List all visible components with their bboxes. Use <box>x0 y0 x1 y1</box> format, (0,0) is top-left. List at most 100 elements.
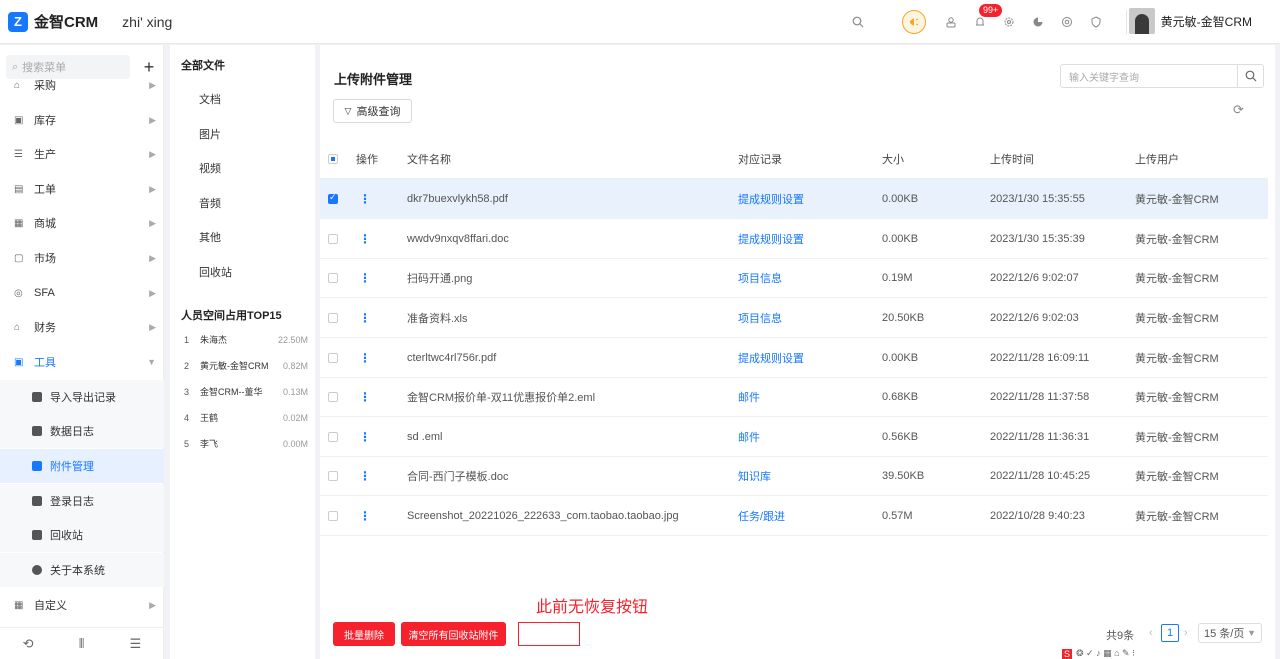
search-icon[interactable] <box>843 12 872 32</box>
rank-number: 3 <box>184 386 190 397</box>
row-checkbox[interactable] <box>328 233 338 244</box>
more-actions-icon[interactable]: ⋮ <box>359 271 371 285</box>
table-row[interactable]: ⋮ Screenshot_20221026_222633_com.taobao.… <box>320 496 1268 536</box>
row-checkbox[interactable] <box>328 312 338 323</box>
sidebar-item-label: 自定义 <box>34 600 67 612</box>
more-actions-icon[interactable]: ⋮ <box>359 390 371 404</box>
more-actions-icon[interactable]: ⋮ <box>359 509 371 523</box>
record-link[interactable]: 提成规则设置 <box>738 231 804 247</box>
next-page-icon[interactable]: › <box>1184 627 1188 639</box>
ime-tools-icon[interactable]: ❂ ✓ ♪ ▦ ⌂ ✎ ⁝ <box>1076 648 1135 659</box>
file-tree-item-docs[interactable]: 文档 <box>199 91 221 107</box>
app-name: 金智CRM <box>34 14 99 31</box>
select-all-checkbox[interactable] <box>328 153 338 164</box>
row-checkbox[interactable] <box>328 470 338 481</box>
sidebar-sub-data-log[interactable]: 数据日志 <box>0 414 164 448</box>
file-size: 20.50KB <box>882 311 925 324</box>
row-checkbox[interactable] <box>328 510 338 521</box>
row-checkbox[interactable] <box>328 272 338 283</box>
settings-icon[interactable] <box>994 12 1023 32</box>
sidebar-sub-attachments[interactable]: 附件管理 <box>0 449 164 483</box>
top-bar: Z 金智CRM zhi' xing 99+ 黄元敏-金智CRM <box>0 0 1280 44</box>
sidebar-item-sfa[interactable]: ◎ SFA ▶ <box>0 276 164 310</box>
more-actions-icon[interactable]: ⋮ <box>359 430 371 444</box>
user-name: 黄元敏-金智CRM <box>1160 14 1252 29</box>
record-link[interactable]: 提成规则设置 <box>738 350 804 366</box>
file-size: 0.68KB <box>882 390 919 403</box>
sidebar-item-tools[interactable]: ▣ 工具 ▼ <box>0 345 164 379</box>
page-number[interactable]: 1 <box>1161 624 1179 642</box>
sidebar-sub-recycle[interactable]: 回收站 <box>0 518 164 552</box>
file-tree-item-video[interactable]: 视频 <box>199 160 221 176</box>
record-link[interactable]: 项目信息 <box>738 310 782 326</box>
pie-chart-icon[interactable] <box>1023 12 1052 32</box>
sidebar-sub-about[interactable]: 关于本系统 <box>0 553 164 587</box>
sidebar-item-label: 生产 <box>34 149 56 161</box>
more-actions-icon[interactable]: ⋮ <box>359 351 371 365</box>
more-actions-icon[interactable]: ⋮ <box>359 192 371 206</box>
row-checkbox[interactable] <box>328 352 338 363</box>
file-tree-title[interactable]: 全部文件 <box>181 57 225 73</box>
record-link[interactable]: 提成规则设置 <box>738 191 804 207</box>
table-row[interactable]: ⋮ 扫码开通.png 项目信息 0.19M 2022/12/6 9:02:07 … <box>320 258 1268 298</box>
table-row[interactable]: ⋮ 合同-西门子模板.doc 知识库 39.50KB 2022/11/28 10… <box>320 456 1268 496</box>
sidebar-item-custom[interactable]: ▦ 自定义 ▶ <box>0 588 164 622</box>
sidebar-sub-login-log[interactable]: 登录日志 <box>0 484 164 518</box>
chrome-icon[interactable] <box>1052 12 1081 32</box>
table-row[interactable]: ⋮ wwdv9nxqv8ffari.doc 提成规则设置 0.00KB 2023… <box>320 219 1268 259</box>
search-button[interactable] <box>1238 64 1264 88</box>
sidebar-item-mall[interactable]: ▦ 商城 ▶ <box>0 206 164 240</box>
sidebar-item-purchase[interactable]: ⌂ 采购 ▶ <box>0 68 164 102</box>
file-tree-item-images[interactable]: 图片 <box>199 126 221 142</box>
file-tree-item-audio[interactable]: 音频 <box>199 195 221 211</box>
collapse-icon[interactable]: ☰ <box>130 636 142 652</box>
record-link[interactable]: 项目信息 <box>738 270 782 286</box>
record-link[interactable]: 知识库 <box>738 468 771 484</box>
sidebar-sub-import-export[interactable]: 导入导出记录 <box>0 380 164 414</box>
megaphone-icon[interactable] <box>902 10 926 34</box>
history-icon[interactable]: ⟲ <box>23 636 34 652</box>
logo[interactable]: Z 金智CRM <box>8 11 98 32</box>
home-icon: ⌂ <box>14 79 21 91</box>
row-checkbox[interactable] <box>328 431 338 442</box>
sliders-icon[interactable]: ⫴ <box>79 636 84 652</box>
page-size-select[interactable]: 15 条/页 ▼ <box>1198 623 1262 643</box>
record-link[interactable]: 任务/跟进 <box>738 508 785 524</box>
sidebar-sub-label: 附件管理 <box>50 461 94 473</box>
sidebar-item-finance[interactable]: ⌂ 财务 ▶ <box>0 310 164 344</box>
sidebar-item-inventory[interactable]: ▣ 库存 ▶ <box>0 103 164 137</box>
refresh-icon[interactable]: ⟳ <box>1233 102 1244 118</box>
sidebar-item-market[interactable]: ▢ 市场 ▶ <box>0 241 164 275</box>
file-tree-item-other[interactable]: 其他 <box>199 229 221 245</box>
file-size: 0.57M <box>882 509 913 522</box>
clear-recycle-button[interactable]: 清空所有回收站附件 <box>401 622 506 646</box>
record-link[interactable]: 邮件 <box>738 429 760 445</box>
bell-icon[interactable]: 99+ <box>965 4 1003 32</box>
more-actions-icon[interactable]: ⋮ <box>359 469 371 483</box>
file-size: 39.50KB <box>882 469 925 482</box>
contacts-icon[interactable] <box>936 12 965 32</box>
advanced-query-button[interactable]: ▽ 高级查询 <box>333 99 412 123</box>
file-tree-item-recycle[interactable]: 回收站 <box>199 264 232 280</box>
more-actions-icon[interactable]: ⋮ <box>359 311 371 325</box>
batch-delete-button[interactable]: 批量删除 <box>333 622 395 646</box>
sidebar-item-production[interactable]: ☰ 生产 ▶ <box>0 137 164 171</box>
table-row[interactable]: ⋮ sd .eml 邮件 0.56KB 2022/11/28 11:36:31 … <box>320 417 1268 457</box>
keyword-search-input[interactable]: 输入关键字查询 <box>1060 64 1238 88</box>
table-row[interactable]: ⋮ dkr7buexvlykh58.pdf 提成规则设置 0.00KB 2023… <box>320 179 1268 219</box>
row-checkbox[interactable] <box>328 192 338 204</box>
user-menu[interactable]: 黄元敏-金智CRM <box>1128 8 1252 34</box>
table-row[interactable]: ⋮ cterltwc4rl756r.pdf 提成规则设置 0.00KB 2022… <box>320 338 1268 378</box>
shield-icon[interactable] <box>1081 12 1110 32</box>
sidebar-item-workorder[interactable]: ▤ 工单 ▶ <box>0 172 164 206</box>
more-actions-icon[interactable]: ⋮ <box>359 232 371 246</box>
chevron-right-icon: ▶ <box>149 183 156 194</box>
record-link[interactable]: 邮件 <box>738 389 760 405</box>
upload-user: 黄元敏-金智CRM <box>1135 312 1219 325</box>
annotation-text: 此前无恢复按钮 <box>536 597 649 616</box>
prev-page-icon[interactable]: ‹ <box>1149 627 1153 639</box>
table-row[interactable]: ⋮ 准备资料.xls 项目信息 20.50KB 2022/12/6 9:02:0… <box>320 298 1268 338</box>
row-checkbox[interactable] <box>328 391 338 402</box>
chevron-right-icon: ▶ <box>149 321 156 332</box>
table-row[interactable]: ⋮ 金智CRM报价单-双11优惠报价单2.eml 邮件 0.68KB 2022/… <box>320 377 1268 417</box>
